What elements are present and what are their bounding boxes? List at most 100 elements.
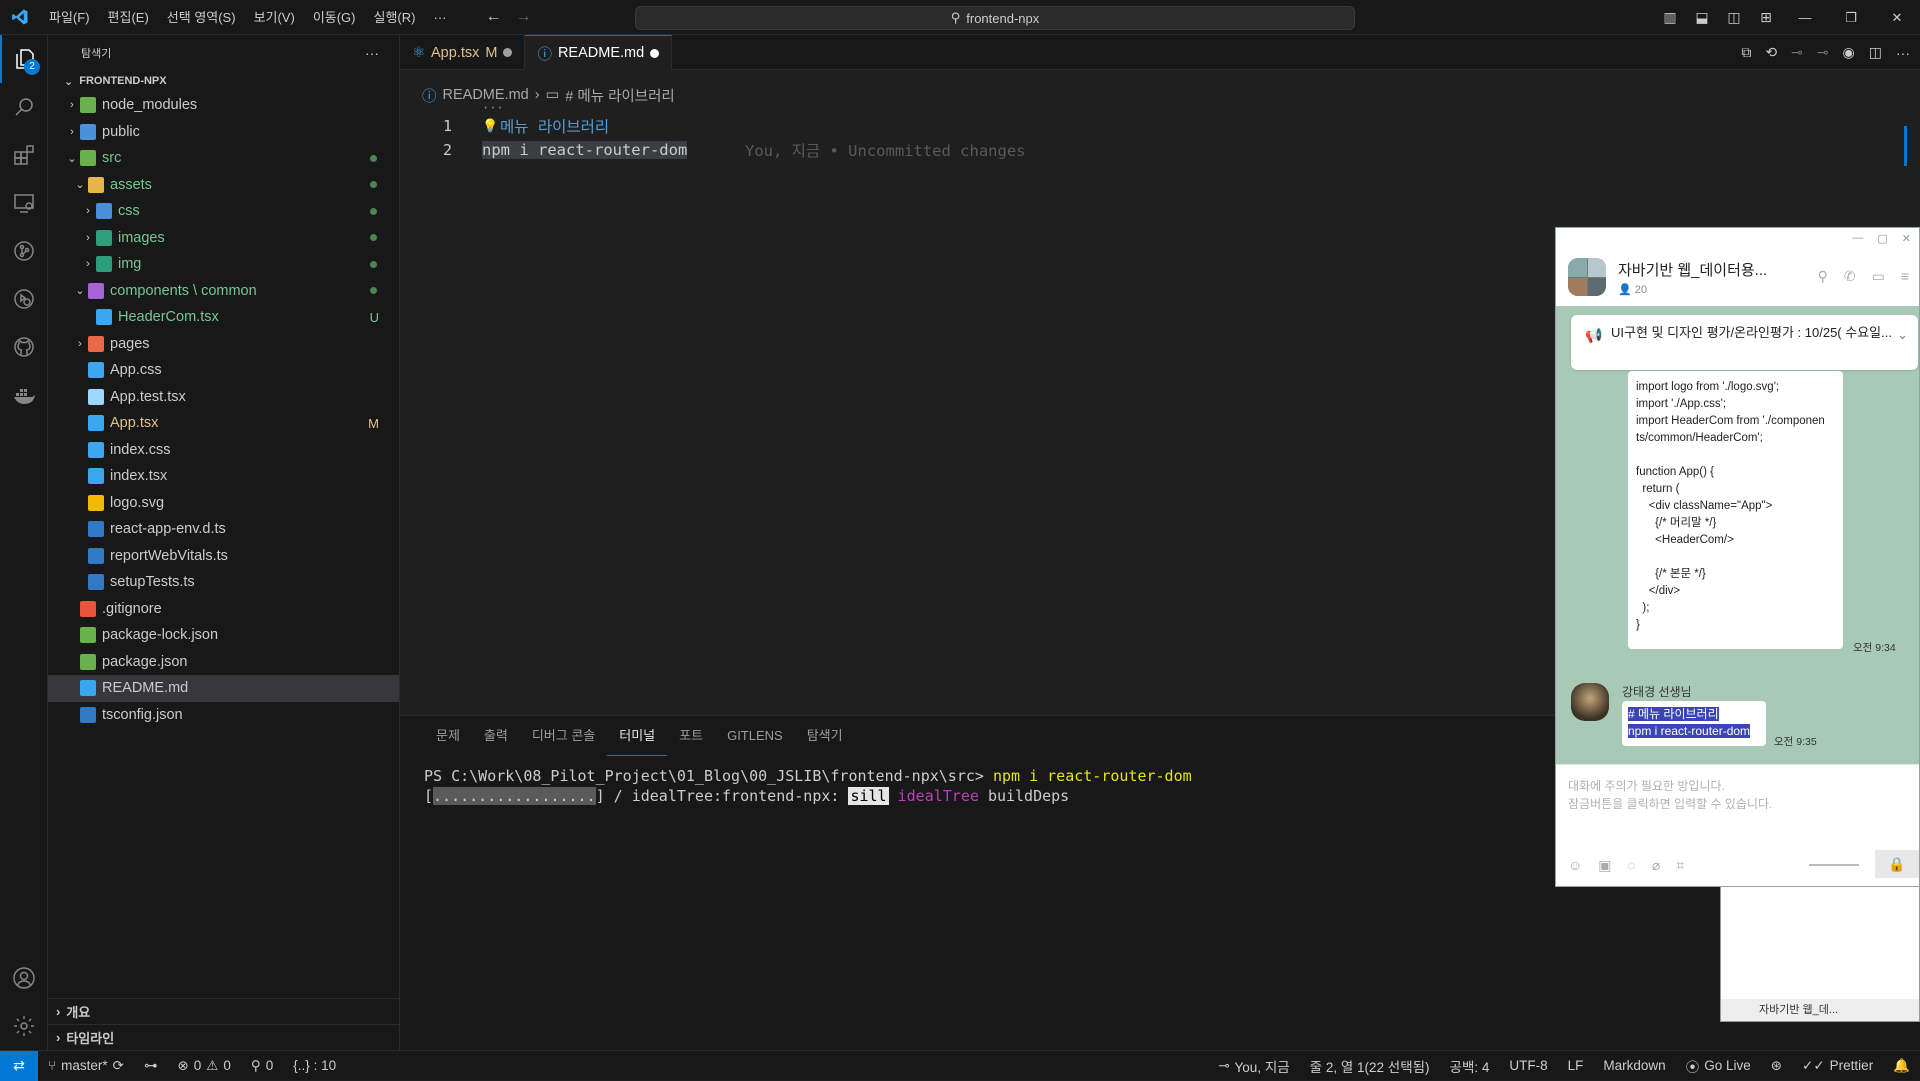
chevron-down-icon[interactable]: ⌄ [72, 178, 88, 191]
tree-item[interactable]: App.css [48, 357, 399, 384]
extensions-icon[interactable] [0, 131, 48, 179]
tree-item[interactable]: package-lock.json [48, 622, 399, 649]
tree-item[interactable]: ⌄ src [48, 145, 399, 172]
github-icon[interactable] [0, 323, 48, 371]
menu-view[interactable]: 보기(V) [245, 0, 304, 35]
forward-arrow-icon[interactable]: → [515, 8, 531, 26]
chevron-right-icon[interactable]: › [80, 232, 96, 244]
chevron-right-icon[interactable]: › [80, 258, 96, 270]
source-control-icon[interactable] [0, 227, 48, 275]
call-icon[interactable]: ✆ [1844, 268, 1856, 285]
sender-avatar[interactable] [1571, 683, 1609, 721]
chevron-right-icon[interactable]: › [64, 126, 80, 138]
tree-item[interactable]: logo.svg [48, 490, 399, 517]
more-actions-icon[interactable]: ··· [365, 45, 379, 61]
tab-problems[interactable]: 문제 [424, 717, 472, 755]
workspace-root[interactable]: ⌄ FRONTEND-NPX [48, 70, 399, 92]
prettier-indicator[interactable]: ✓✓ Prettier [1792, 1058, 1883, 1074]
tab-explorer[interactable]: 탐색기 [795, 717, 855, 755]
tab-readme-md[interactable]: ⓘ README.md [525, 35, 673, 70]
tree-item[interactable]: › pages [48, 331, 399, 358]
tab-output[interactable]: 출력 [472, 717, 520, 755]
chevron-right-icon[interactable]: › [80, 205, 96, 217]
chat-input-area[interactable]: 대화에 주의가 필요한 방입니다. 잠금버튼을 클릭하면 입력할 수 있습니다.… [1556, 764, 1919, 886]
tree-item[interactable]: App.test.tsx [48, 384, 399, 411]
ports-indicator[interactable]: ⚲ 0 [241, 1058, 283, 1074]
calendar-icon[interactable]: ▣ [1598, 857, 1611, 874]
previous-change-icon[interactable]: ⊸ [1791, 44, 1803, 61]
opacity-slider[interactable] [1809, 864, 1859, 866]
close-icon[interactable]: ✕ [1902, 232, 1911, 245]
run-debug-icon[interactable] [0, 275, 48, 323]
gitlens-status[interactable]: ⊶ [134, 1058, 168, 1074]
tab-debug-console[interactable]: 디버그 콘솔 [520, 717, 607, 755]
problems-indicator[interactable]: ⊗ 0 ⚠ 0 [167, 1058, 240, 1074]
tree-item[interactable]: .gitignore [48, 596, 399, 623]
tab-ports[interactable]: 포트 [667, 717, 715, 755]
toggle-sidebar-icon[interactable]: ▥ [1654, 9, 1686, 26]
indentation[interactable]: 공백: 4 [1440, 1056, 1500, 1076]
tree-item[interactable]: ⌄ assets [48, 172, 399, 199]
branch-indicator[interactable]: ⑂ master* ⟳ [38, 1058, 134, 1074]
toggle-secondary-sidebar-icon[interactable]: ◫ [1718, 9, 1750, 26]
open-preview-icon[interactable]: ⧉ [1741, 44, 1751, 61]
settings-gear-icon[interactable] [0, 1002, 48, 1050]
language-mode[interactable]: Markdown [1593, 1058, 1675, 1073]
account-icon[interactable] [0, 954, 48, 1002]
menu-selection[interactable]: 선택 영역(S) [158, 0, 245, 35]
cursor-position[interactable]: 줄 2, 열 1(22 선택됨) [1300, 1056, 1440, 1076]
video-call-icon[interactable]: ▭ [1872, 268, 1885, 285]
tree-item[interactable]: README.md [48, 675, 399, 702]
menu-icon[interactable]: ≡ [1901, 268, 1909, 285]
menu-edit[interactable]: 편집(E) [99, 0, 158, 35]
go-live-button[interactable]: ⦿ Go Live [1676, 1056, 1761, 1076]
tree-item[interactable]: react-app-env.d.ts [48, 516, 399, 543]
unsaved-dot-icon[interactable] [650, 48, 660, 58]
background-chat-title[interactable]: 자바기반 웹_데... [1721, 999, 1919, 1021]
next-change-icon[interactable]: ⊸ [1817, 44, 1829, 61]
minimize-icon[interactable]: — [1852, 232, 1863, 244]
tree-item[interactable]: HeaderCom.tsx U [48, 304, 399, 331]
docker-icon[interactable] [0, 371, 48, 419]
blame-indicator[interactable]: ⊸ You, 지금 [1208, 1056, 1299, 1076]
tree-item[interactable]: package.json [48, 649, 399, 676]
tree-item[interactable]: App.tsx M [48, 410, 399, 437]
back-arrow-icon[interactable]: ← [485, 8, 501, 26]
chat-room-avatar[interactable] [1568, 258, 1606, 296]
tree-item[interactable]: reportWebVitals.ts [48, 543, 399, 570]
lock-button[interactable]: 🔒 [1875, 850, 1919, 878]
unsaved-dot-icon[interactable] [503, 48, 513, 57]
tree-item[interactable]: index.css [48, 437, 399, 464]
chevron-right-icon[interactable]: › [72, 338, 88, 350]
remote-explorer-icon[interactable] [0, 179, 48, 227]
tree-item[interactable]: › node_modules [48, 92, 399, 119]
scrollbar-indicator[interactable] [1904, 126, 1907, 166]
tree-item[interactable]: index.tsx [48, 463, 399, 490]
split-editor-icon[interactable]: ◫ [1869, 44, 1882, 61]
restore-icon[interactable]: ❐ [1828, 10, 1874, 26]
encoding[interactable]: UTF-8 [1499, 1058, 1557, 1073]
breadcrumb-symbol[interactable]: # 메뉴 라이브러리 [565, 85, 675, 106]
menu-run[interactable]: 실행(R) [365, 0, 425, 35]
timeline-section[interactable]: › 타임라인 [48, 1024, 400, 1050]
tree-item[interactable]: ⌄ components \ common [48, 278, 399, 305]
tree-item[interactable]: › images [48, 225, 399, 252]
search-icon[interactable]: ⚲ [1818, 268, 1828, 285]
toggle-panel-icon[interactable]: ⬓ [1686, 9, 1718, 26]
lightbulb-icon[interactable]: 💡 [482, 118, 498, 134]
chevron-down-icon[interactable]: ⌄ [72, 284, 88, 297]
notice-banner[interactable]: 📢 UI구현 및 디자인 평가/온라인평가 : 10/25( 수요일... ⌄ [1571, 315, 1918, 370]
maximize-icon[interactable]: ▢ [1877, 232, 1887, 245]
end-of-line[interactable]: LF [1558, 1058, 1594, 1073]
command-center[interactable]: ⚲ frontend-npx [635, 6, 1355, 30]
gitlens-icon[interactable]: ◉ [1843, 44, 1855, 61]
chevron-down-icon[interactable]: ⌄ [64, 152, 80, 165]
chevron-right-icon[interactable]: › [64, 99, 80, 111]
menu-go[interactable]: 이동(G) [304, 0, 365, 35]
chat-bubble-icon[interactable]: ◌ [1628, 857, 1636, 874]
explorer-icon[interactable]: 2 [0, 35, 48, 83]
tab-terminal[interactable]: 터미널 [607, 717, 668, 756]
tree-item[interactable]: › public [48, 119, 399, 146]
menu-more[interactable]: ··· [424, 0, 455, 35]
capture-icon[interactable]: ⌗ [1676, 857, 1684, 874]
